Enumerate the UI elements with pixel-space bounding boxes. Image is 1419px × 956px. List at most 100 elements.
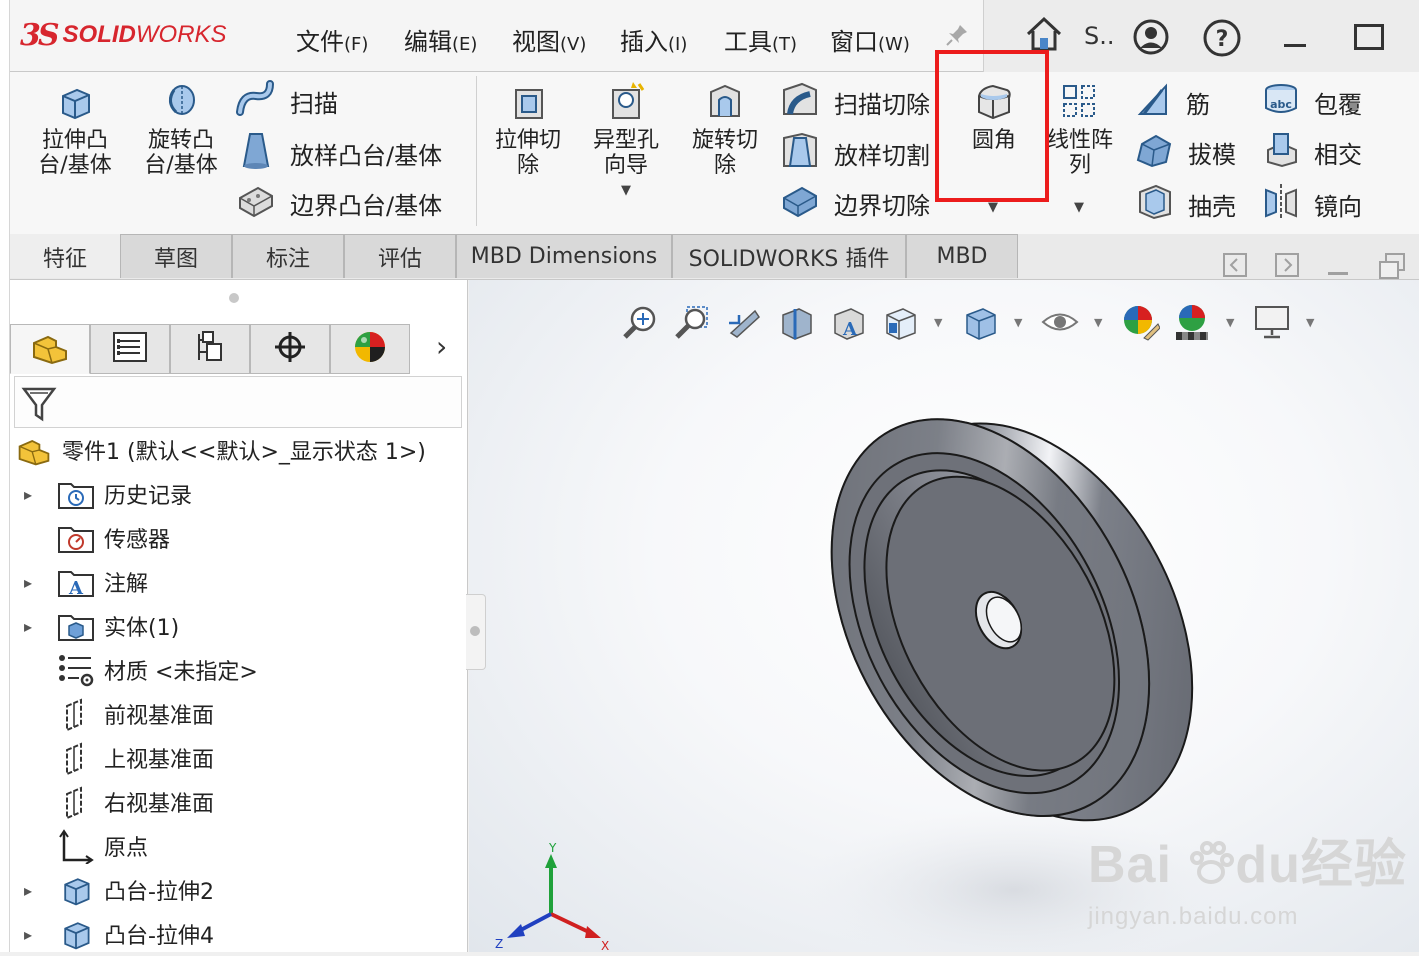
tab-sketch[interactable]: 草图: [120, 234, 232, 278]
hole-wizard-button[interactable]: 异型孔 向导 ▼: [580, 80, 672, 203]
apply-scene-icon[interactable]: [1172, 302, 1212, 342]
zoom-to-fit-icon[interactable]: [620, 302, 660, 342]
tab-dimxpertmanager[interactable]: [250, 324, 330, 374]
revolve-cut-icon: [705, 82, 745, 128]
view-orientation-icon[interactable]: [880, 302, 920, 342]
tree-item-origin[interactable]: 原点: [0, 824, 148, 868]
revolve-boss-label: 旋转凸 台/基体: [144, 128, 218, 178]
tab-solidworks-addins-label: SOLIDWORKS 插件: [688, 246, 890, 272]
previous-pane-icon[interactable]: [1222, 252, 1248, 282]
next-pane-icon[interactable]: [1274, 252, 1300, 282]
extrude-boss-button[interactable]: 拉伸凸 台/基体: [30, 82, 120, 178]
minimize-window-button[interactable]: [1284, 44, 1306, 47]
dynamic-annotation-views-icon[interactable]: A: [828, 302, 868, 342]
edit-appearance-icon[interactable]: [1120, 302, 1160, 342]
tree-item-solid-bodies[interactable]: ▸ 实体(1): [0, 604, 179, 648]
tab-mbd-dimensions[interactable]: MBD Dimensions: [456, 234, 672, 278]
loft-cut-icon: [780, 130, 820, 176]
loft-boss-button[interactable]: 放样凸台/基体: [236, 130, 442, 176]
search-commands-input[interactable]: S..: [1084, 22, 1115, 50]
draft-label: 拔模: [1188, 140, 1236, 169]
view-orientation-dropdown-icon[interactable]: ▼: [934, 316, 942, 329]
tab-featuremanager[interactable]: [10, 324, 90, 374]
view-settings-icon[interactable]: [1252, 302, 1292, 342]
maximize-window-button[interactable]: [1354, 24, 1384, 50]
tab-markup[interactable]: 标注: [232, 234, 344, 278]
mirror-button[interactable]: 镜向: [1262, 182, 1362, 226]
menu-window-label: 窗口: [830, 28, 878, 56]
fillet-dropdown-icon[interactable]: ▼: [988, 200, 998, 215]
extrude-boss-icon: [55, 82, 95, 128]
revolve-boss-icon: [160, 80, 202, 128]
extrude-cut-button[interactable]: 拉伸切 除: [484, 82, 572, 178]
tree-root-part[interactable]: 零件1 (默认<<默认>_显示状态 1>): [14, 428, 426, 472]
hole-wizard-dropdown-icon[interactable]: ▼: [621, 178, 631, 203]
hide-show-dropdown-icon[interactable]: ▼: [1094, 316, 1102, 329]
tree-item-material[interactable]: 材质 <未指定>: [0, 648, 258, 692]
baidu-watermark: Bai du经验 jingyan.baidu.com: [1088, 822, 1407, 931]
zoom-to-area-icon[interactable]: [672, 302, 712, 342]
menu-edit[interactable]: 编辑(E): [404, 22, 477, 57]
tree-item-right-plane[interactable]: 右视基准面: [0, 780, 214, 824]
tab-configurationmanager[interactable]: [170, 324, 250, 374]
tree-filter-box[interactable]: [14, 376, 462, 428]
hole-wizard-icon: [605, 80, 647, 128]
boundary-boss-icon: [236, 182, 276, 224]
tree-item-front-plane[interactable]: 前视基准面: [0, 692, 214, 736]
filter-funnel-icon[interactable]: [21, 385, 57, 427]
help-icon[interactable]: ?: [1202, 18, 1242, 62]
sweep-cut-icon: [780, 80, 820, 124]
hide-show-items-icon[interactable]: [1040, 302, 1080, 342]
tab-displaymanager[interactable]: [330, 324, 410, 374]
sweep-cut-button[interactable]: 扫描切除: [780, 80, 930, 124]
minimize-pane-icon[interactable]: [1328, 272, 1348, 275]
hole-wizard-label: 异型孔 向导: [592, 128, 659, 178]
linear-pattern-button[interactable]: 线性阵 列: [1040, 82, 1120, 178]
linear-pattern-dropdown-icon[interactable]: ▼: [1074, 200, 1084, 215]
shell-button[interactable]: 抽壳: [1136, 182, 1236, 226]
tab-solidworks-addins[interactable]: SOLIDWORKS 插件: [672, 234, 906, 278]
tab-propertymanager[interactable]: [90, 324, 170, 374]
menu-tools[interactable]: 工具(T): [724, 22, 797, 57]
rib-button[interactable]: 筋: [1136, 80, 1210, 124]
more-tabs-chevron-icon[interactable]: ›: [436, 330, 447, 363]
wrap-button[interactable]: abc 包覆: [1262, 80, 1362, 124]
rib-icon: [1136, 80, 1172, 124]
menu-view[interactable]: 视图(V): [512, 22, 586, 57]
tree-item-boss-extrude2[interactable]: ▸ 凸台-拉伸2: [0, 868, 214, 912]
tree-item-boss-extrude4[interactable]: ▸ 凸台-拉伸4: [0, 912, 214, 956]
tab-evaluate[interactable]: 评估: [344, 234, 456, 278]
menu-file[interactable]: 文件(F): [296, 22, 368, 57]
tab-features[interactable]: 特征: [10, 234, 120, 278]
previous-view-icon[interactable]: [724, 302, 764, 342]
draft-button[interactable]: 拔模: [1136, 130, 1236, 174]
apply-scene-dropdown-icon[interactable]: ▼: [1226, 316, 1234, 329]
menu-insert-key: (I): [668, 34, 688, 55]
tree-item-history[interactable]: ▸ 历史记录: [0, 472, 192, 516]
user-account-icon[interactable]: [1132, 18, 1170, 60]
boundary-boss-label: 边界凸台/基体: [290, 191, 443, 220]
boundary-cut-button[interactable]: 边界切除: [780, 182, 930, 224]
sweep-cut-label: 扫描切除: [834, 90, 930, 119]
display-style-dropdown-icon[interactable]: ▼: [1014, 316, 1022, 329]
solidworks-logo[interactable]: 3S SOLID WORKS: [20, 10, 227, 60]
view-settings-dropdown-icon[interactable]: ▼: [1306, 316, 1314, 329]
menu-window[interactable]: 窗口(W): [830, 22, 910, 57]
panel-grip-handle[interactable]: [229, 293, 239, 303]
sweep-button[interactable]: 扫描: [236, 80, 338, 122]
intersect-button[interactable]: 相交: [1262, 130, 1362, 174]
tab-mbd[interactable]: MBD: [906, 234, 1018, 278]
logo-solid-text: SOLID: [62, 21, 136, 48]
display-style-icon[interactable]: [960, 302, 1000, 342]
origin-icon: [56, 828, 96, 864]
loft-cut-button[interactable]: 放样切割: [780, 130, 930, 176]
section-view-icon[interactable]: [776, 302, 816, 342]
tree-item-top-plane[interactable]: 上视基准面: [0, 736, 214, 780]
revolve-boss-button[interactable]: 旋转凸 台/基体: [134, 80, 228, 178]
boundary-boss-button[interactable]: 边界凸台/基体: [236, 182, 442, 224]
tree-item-sensors[interactable]: 传感器: [0, 516, 170, 560]
menu-file-label: 文件: [296, 28, 344, 56]
menu-insert[interactable]: 插入(I): [620, 22, 687, 57]
revolve-cut-button[interactable]: 旋转切 除: [680, 82, 770, 178]
tree-item-annotations[interactable]: ▸ A 注解: [0, 560, 148, 604]
